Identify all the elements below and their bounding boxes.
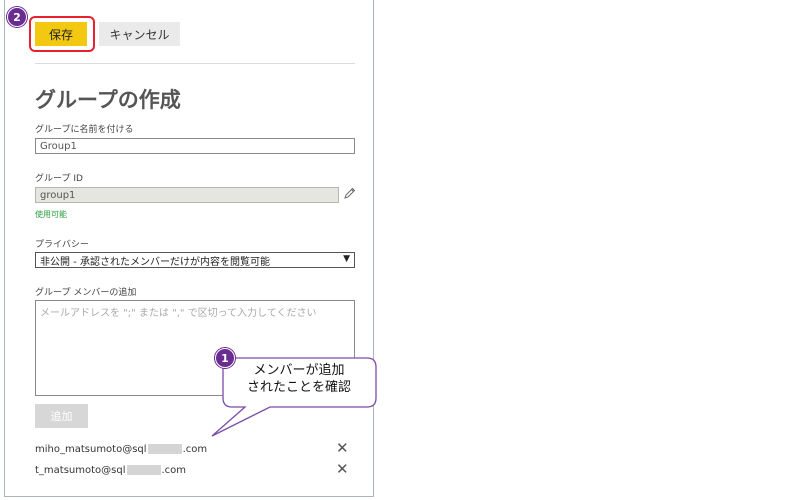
step-badge-1: 1 <box>215 348 235 368</box>
callout-bubble <box>211 357 377 437</box>
callout-text: メンバーが追加 されたことを確認 <box>224 362 374 396</box>
callout-line-1: メンバーが追加 <box>253 363 345 378</box>
callout-line-2: されたことを確認 <box>246 380 351 395</box>
